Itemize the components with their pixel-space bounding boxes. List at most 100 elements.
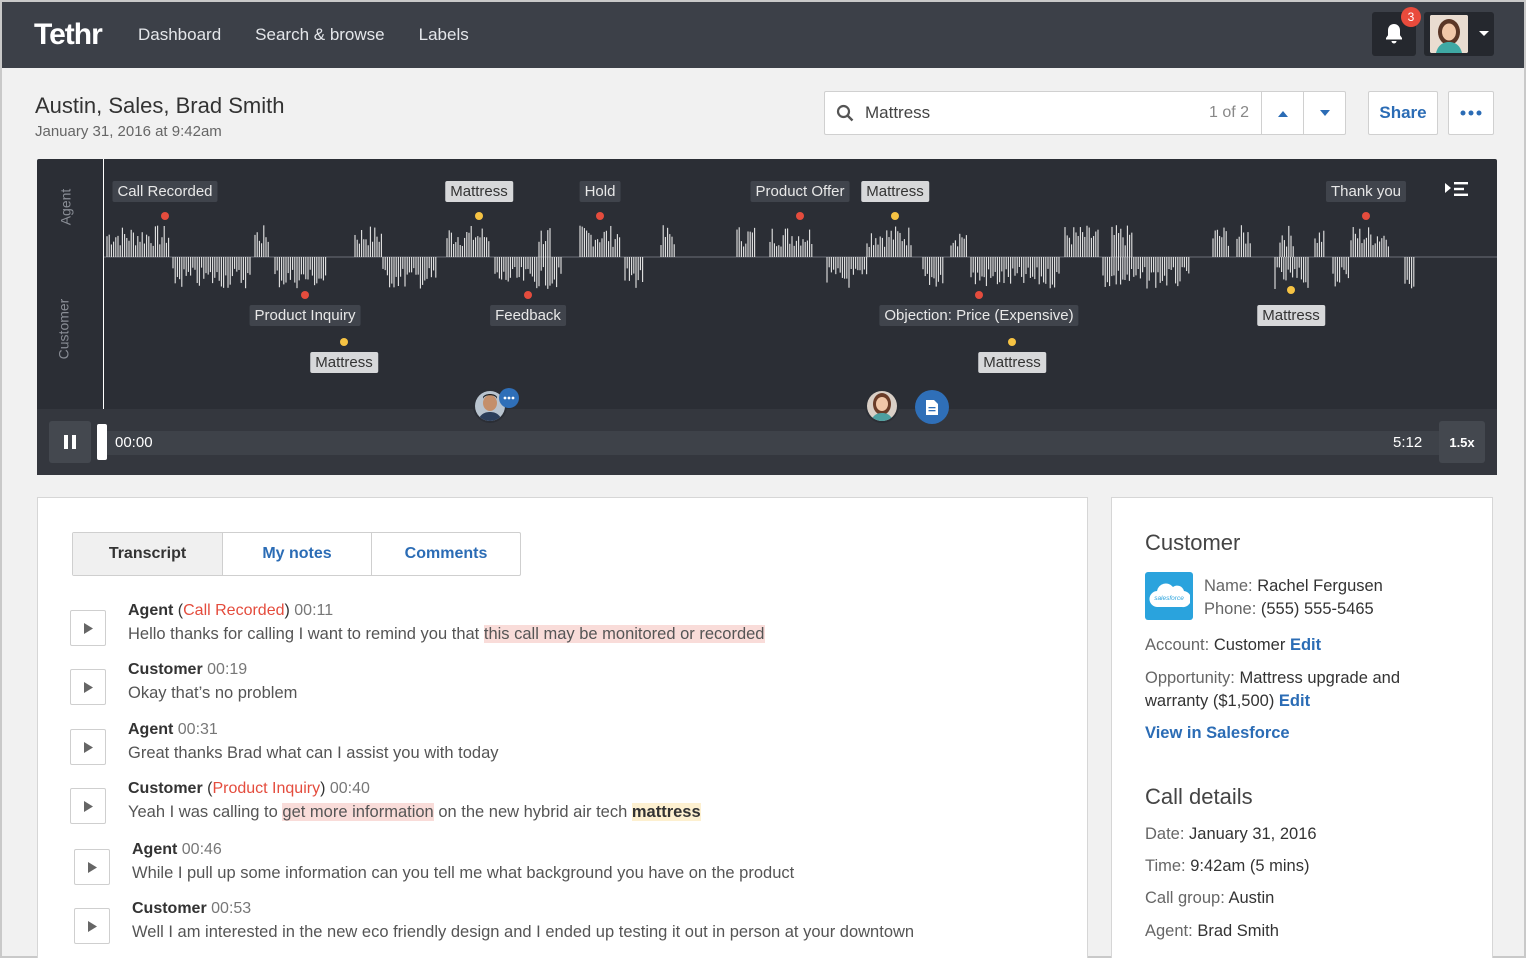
agent-marker-dot[interactable] [161,212,169,220]
next-result-button[interactable] [1303,92,1345,134]
tab-transcript[interactable]: Transcript [73,533,222,575]
timestamp[interactable]: 00:11 [294,602,333,619]
share-button[interactable]: Share [1368,91,1438,135]
customer-marker-dot[interactable] [340,338,348,346]
text-segment: While I pull up some information can you… [132,864,795,882]
text-segment: Yeah I was calling to [128,803,283,821]
customer-marker-dot[interactable] [524,291,532,299]
call-details-heading: Call details [1145,784,1253,809]
customer-marker-dot[interactable] [1287,286,1295,294]
agent-marker-dot[interactable] [1362,212,1370,220]
timestamp[interactable]: 00:19 [207,661,247,678]
nav-labels[interactable]: Labels [419,25,469,45]
tethr-logo[interactable]: Tethr [34,18,134,52]
customer-marker-dot[interactable] [301,291,309,299]
svg-text:salesforce: salesforce [1154,595,1184,602]
more-icon [1460,110,1482,116]
notification-count-badge: 3 [1401,7,1421,27]
customer-marker-dot[interactable] [1008,338,1016,346]
detail-agent: Agent: Brad Smith [1145,922,1279,940]
customer-account: Account: Customer Edit [1145,636,1322,654]
play-segment-button[interactable] [70,729,106,765]
highlighted-phrase[interactable]: this call may be monitored or recorded [483,625,765,643]
agent-marker-dot[interactable] [796,212,804,220]
agent-marker-label[interactable]: Mattress [861,181,929,202]
progress-knob[interactable] [97,424,107,460]
entry-header: Agent (Call Recorded) 00:11 [128,602,334,619]
more-options-button[interactable] [1448,91,1494,135]
nav-dashboard[interactable]: Dashboard [138,25,221,45]
entry-text: Hello thanks for calling I want to remin… [128,625,765,644]
bell-icon [1386,24,1402,44]
notifications-button[interactable]: 3 [1372,7,1421,56]
outline-toggle-icon[interactable] [1445,181,1469,197]
customer-heading: Customer [1145,530,1241,555]
timestamp[interactable]: 00:31 [178,721,218,738]
play-segment-button[interactable] [70,669,106,705]
event-tag[interactable]: Product Inquiry [212,780,320,797]
call-info-panel: Customer salesforce Name: Rachel Ferguse… [1111,497,1493,958]
highlighted-phrase[interactable]: mattress [631,803,701,821]
previous-result-button[interactable] [1261,92,1303,134]
agent-marker-dot[interactable] [475,212,483,220]
speaker-name: Agent [128,721,174,738]
progress-bar[interactable] [99,431,1439,455]
search-input[interactable]: Mattress [865,103,1209,123]
search-icon [825,104,865,122]
timestamp[interactable]: 00:53 [211,900,251,917]
document-icon [926,399,938,415]
view-in-salesforce-link[interactable]: View in Salesforce [1145,724,1290,743]
customer-marker-label[interactable]: Mattress [310,352,378,373]
detail-call-group: Call group: Austin [1145,889,1275,907]
agent-marker-label[interactable]: Mattress [445,181,513,202]
salesforce-logo: salesforce [1145,572,1193,620]
call-player: Agent Customer Call Recorded Mattress Hold… [37,159,1497,475]
nav-search-browse[interactable]: Search & browse [255,25,384,45]
playhead[interactable] [103,159,104,419]
user-avatar [1430,15,1468,53]
edit-account-link[interactable]: Edit [1290,636,1321,654]
note-button[interactable] [915,390,949,424]
agent-marker-label[interactable]: Thank you [1325,181,1407,202]
customer-note-avatar[interactable] [865,389,899,423]
top-nav: Tethr Dashboard Search & browse Labels 3 [2,2,1524,68]
play-segment-button[interactable] [74,849,110,885]
play-segment-button[interactable] [70,610,106,646]
entry-text: While I pull up some information can you… [132,864,794,883]
event-tag[interactable]: Call Recorded [183,602,284,619]
pause-button[interactable] [49,421,91,463]
customer-marker-dot[interactable] [975,291,983,299]
play-segment-button[interactable] [70,788,106,824]
transcript-tabs: Transcript My notes Comments [72,532,521,576]
customer-marker-label[interactable]: Feedback [490,305,566,326]
agent-marker-dot[interactable] [596,212,604,220]
entry-text: Well I am interested in the new eco frie… [132,923,914,942]
agent-marker-label[interactable]: Product Offer [750,181,850,202]
transcript-panel: Transcript My notes Comments Agent (Call… [37,497,1088,958]
agent-marker-dot[interactable] [891,212,899,220]
customer-marker-label[interactable]: Mattress [1257,305,1325,326]
customer-opportunity: Opportunity: Mattress upgrade and [1145,669,1400,687]
edit-opportunity-link[interactable]: Edit [1279,692,1310,710]
comment-icon[interactable] [499,388,519,408]
timestamp[interactable]: 00:40 [330,780,370,797]
chevron-down-icon [1479,31,1489,36]
agent-marker-label[interactable]: Hold [579,181,621,202]
customer-marker-label[interactable]: Mattress [978,352,1046,373]
chevron-down-icon [1319,109,1330,116]
entry-header: Agent 00:46 [132,841,222,859]
speaker-name: Customer [132,900,207,917]
timestamp[interactable]: 00:46 [182,841,222,858]
tab-my-notes[interactable]: My notes [222,533,371,575]
tab-comments[interactable]: Comments [371,533,520,575]
playback-speed-button[interactable]: 1.5x [1439,421,1485,463]
agent-marker-label[interactable]: Call Recorded [112,181,218,202]
highlighted-phrase[interactable]: get more information [282,803,434,821]
play-segment-button[interactable] [74,908,110,944]
text-segment: Great thanks Brad what can I assist you … [128,744,499,762]
play-icon [83,681,93,693]
customer-marker-label[interactable]: Product Inquiry [249,305,361,326]
customer-marker-label[interactable]: Objection: Price (Expensive) [879,305,1079,326]
transcript-search[interactable]: Mattress 1 of 2 [824,91,1346,135]
user-menu-button[interactable] [1424,12,1494,56]
